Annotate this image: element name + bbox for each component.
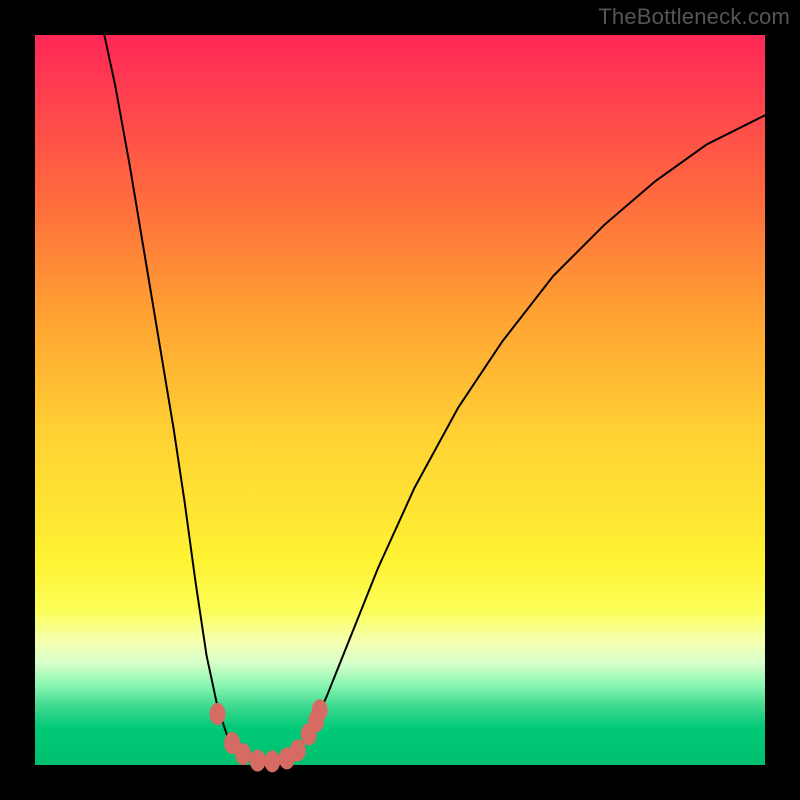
curve-marker	[264, 750, 280, 772]
watermark-text: TheBottleneck.com	[598, 4, 790, 30]
plot-area	[35, 35, 765, 765]
bottleneck-curve	[104, 35, 765, 763]
curve-marker	[235, 743, 251, 765]
curve-marker	[312, 699, 328, 721]
curve-markers	[210, 699, 328, 772]
chart-stage: TheBottleneck.com	[0, 0, 800, 800]
curve-marker	[290, 739, 306, 761]
curve-marker	[210, 703, 226, 725]
curve-marker	[250, 750, 266, 772]
curve-layer	[35, 35, 765, 765]
